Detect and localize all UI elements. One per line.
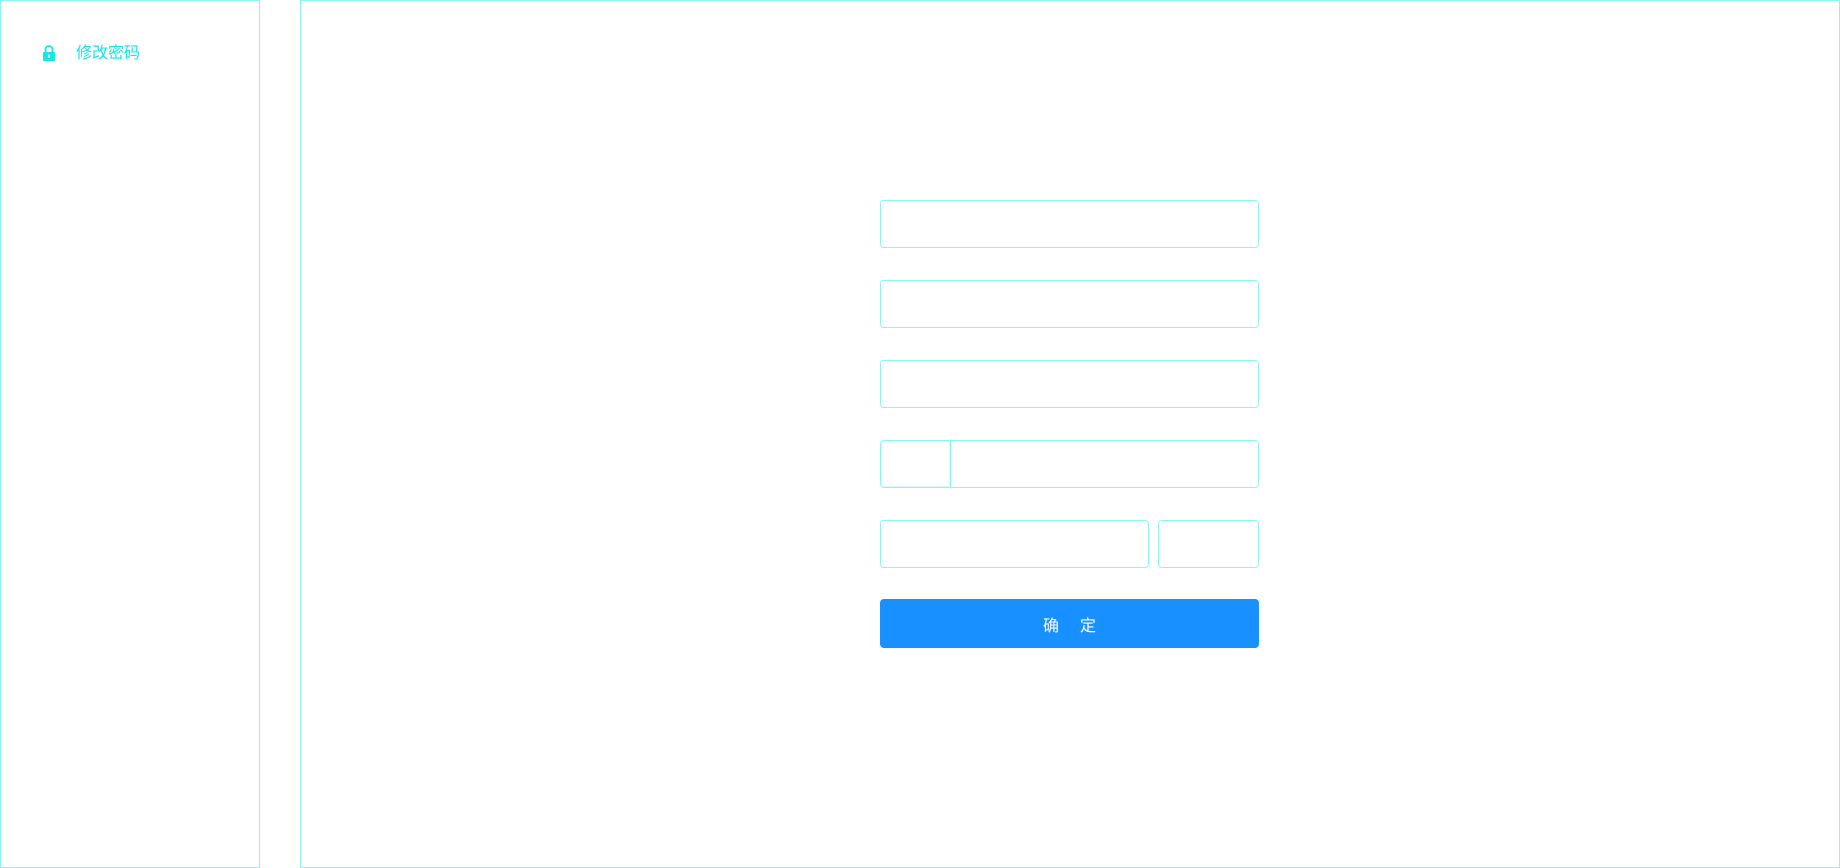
sidebar-item-label: 修改密码	[76, 43, 141, 62]
phone-input[interactable]	[951, 441, 1258, 487]
lock-icon	[41, 44, 57, 62]
form-field-3[interactable]	[880, 360, 1259, 408]
submit-button[interactable]: 确 定	[880, 599, 1259, 648]
phone-prefix-select[interactable]	[881, 441, 951, 487]
form-field-2[interactable]	[880, 280, 1259, 328]
sidebar-item-change-password[interactable]: 修改密码	[41, 41, 140, 65]
form-field-1[interactable]	[880, 200, 1259, 248]
phone-field	[880, 440, 1259, 488]
main-panel	[300, 0, 1840, 868]
verification-code-input[interactable]	[881, 521, 1148, 567]
form-input-3[interactable]	[881, 361, 1258, 407]
page: 修改密码 确 定	[0, 0, 1840, 868]
send-code-button[interactable]	[1158, 520, 1259, 568]
form-input-2[interactable]	[881, 281, 1258, 327]
sidebar: 修改密码	[0, 0, 260, 868]
form-input-1[interactable]	[881, 201, 1258, 247]
verification-code-field[interactable]	[880, 520, 1149, 568]
